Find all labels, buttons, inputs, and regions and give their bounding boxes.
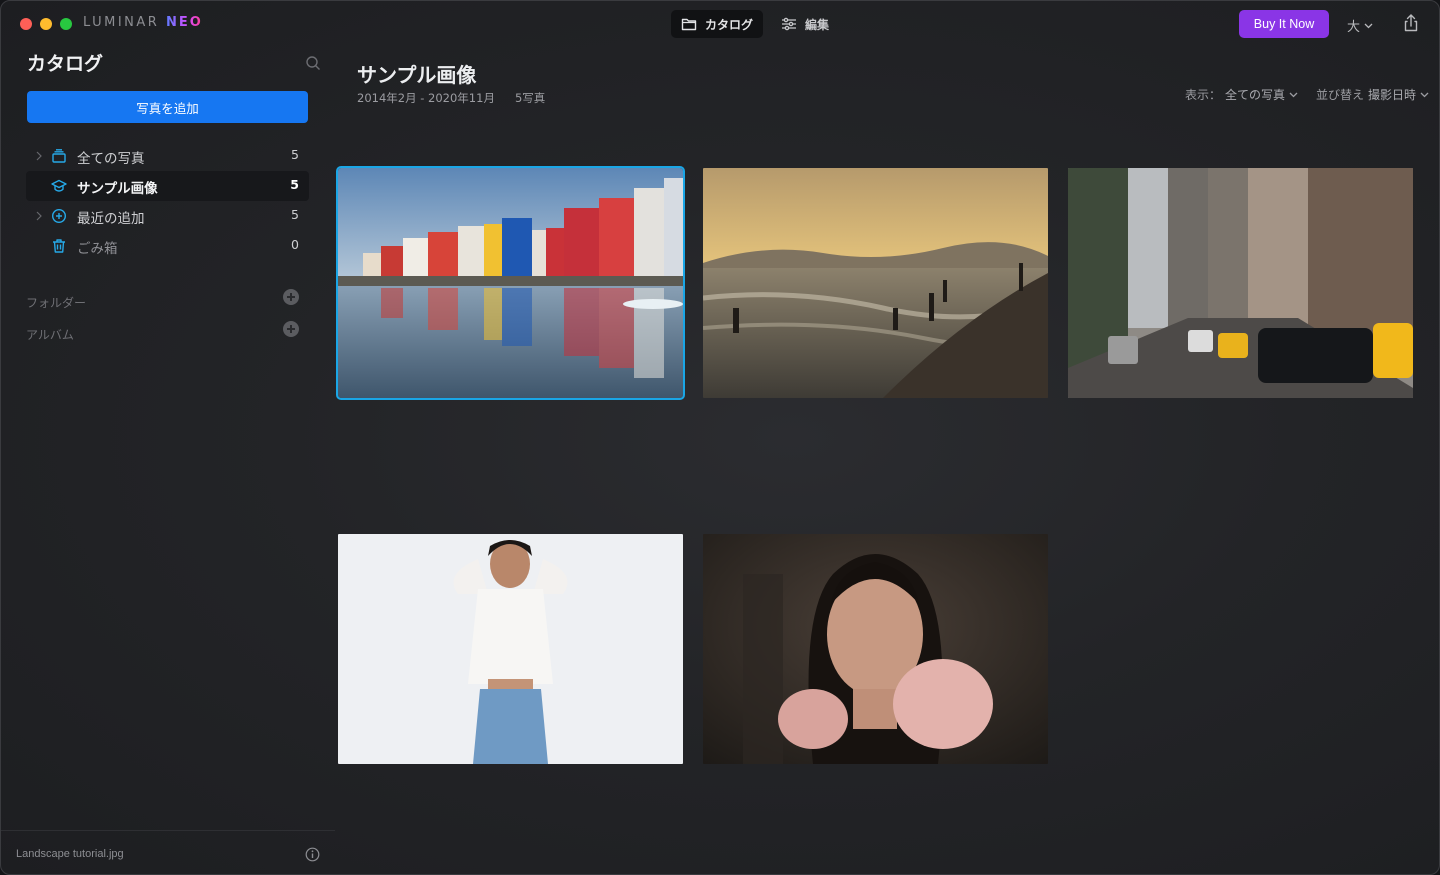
sidebar-item-label: 最近の追加: [77, 211, 145, 227]
tab-catalog[interactable]: カタログ: [671, 10, 764, 38]
sidebar-item-trash[interactable]: ごみ箱 0: [26, 231, 309, 261]
photo-thumbnail-woman-white-blouse[interactable]: [338, 534, 683, 764]
item-count: 5: [291, 207, 299, 222]
chevron-right-icon[interactable]: [35, 150, 43, 162]
sidebar-item-recently-added[interactable]: 最近の追加 5: [26, 201, 309, 231]
sort-select[interactable]: 並び替え 撮影日時: [1316, 86, 1429, 103]
view-options: 表示： 全ての写真 並び替え 撮影日時: [1185, 86, 1429, 103]
minimize-window-button[interactable]: [40, 18, 52, 30]
photo-thumbnail-beach-sunset[interactable]: [703, 168, 1048, 398]
photo-count: 5写真: [514, 91, 546, 105]
item-count: 5: [290, 177, 299, 192]
zoom-window-button[interactable]: [60, 18, 72, 30]
sidebar-item-label: ごみ箱: [77, 241, 118, 257]
add-folder-button[interactable]: [283, 289, 299, 305]
add-album-button[interactable]: [283, 321, 299, 337]
share-icon[interactable]: [1402, 13, 1420, 33]
mode-tabs: カタログ 編集: [671, 10, 839, 38]
photo-thumbnail-city-street[interactable]: [1068, 168, 1413, 398]
photo-thumbnail-portrait-pink-ruffle[interactable]: [703, 534, 1048, 764]
item-count: 0: [291, 237, 299, 252]
search-icon[interactable]: [305, 55, 321, 71]
catalog-nav: 全ての写真 5 サンプル画像 5 最近の追加 5 ごみ箱 0: [26, 141, 309, 261]
current-filename: Landscape tutorial.jpg: [16, 848, 124, 860]
folder-icon: [681, 18, 697, 31]
photos-stack-icon: [52, 149, 66, 163]
info-icon[interactable]: [305, 847, 320, 862]
sidebar-title: カタログ: [27, 53, 104, 75]
photo-thumbnail-canal-houses[interactable]: [336, 166, 685, 400]
plus-circle-icon: [51, 208, 67, 224]
sidebar: カタログ 写真を追加 全ての写真 5 サンプル画像 5 最近の追加 5 ごみ箱 …: [1, 45, 335, 874]
show-filter-select[interactable]: 表示： 全ての写真: [1185, 86, 1298, 103]
album-summary: 2014年2月 - 2020年11月 5写真: [357, 90, 545, 106]
albums-section-label: アルバム: [26, 328, 74, 342]
graduation-cap-icon: [51, 179, 67, 192]
buy-it-now-button[interactable]: Buy It Now: [1239, 10, 1329, 38]
page-title: サンプル画像: [357, 63, 477, 87]
app-logo: LUMINAR NEO: [83, 15, 203, 30]
date-range: 2014年2月 - 2020年11月: [357, 91, 495, 105]
chevron-right-icon[interactable]: [35, 210, 43, 222]
gallery-main: サンプル画像 2014年2月 - 2020年11月 5写真 表示： 全ての写真 …: [335, 45, 1439, 874]
trash-icon: [53, 239, 65, 253]
sidebar-item-sample-images[interactable]: サンプル画像 5: [26, 171, 309, 201]
chevron-down-icon: [1364, 23, 1373, 28]
app-window: LUMINAR NEO カタログ 編集 Buy It Now 大 カタログ 写真…: [0, 0, 1440, 875]
close-window-button[interactable]: [20, 18, 32, 30]
folders-section-label: フォルダー: [26, 296, 87, 310]
chevron-down-icon: [1420, 92, 1429, 97]
item-count: 5: [291, 147, 299, 162]
sidebar-footer: Landscape tutorial.jpg: [1, 830, 335, 874]
thumbnail-size-select[interactable]: 大: [1347, 16, 1373, 35]
chevron-down-icon: [1289, 92, 1298, 97]
sidebar-item-label: サンプル画像: [77, 181, 158, 197]
sidebar-item-label: 全ての写真: [77, 151, 145, 167]
title-bar: LUMINAR NEO カタログ 編集 Buy It Now 大: [1, 1, 1439, 45]
tab-edit[interactable]: 編集: [771, 10, 839, 38]
add-photos-button[interactable]: 写真を追加: [27, 91, 308, 123]
sidebar-item-all-photos[interactable]: 全ての写真 5: [26, 141, 309, 171]
sliders-icon: [782, 17, 797, 31]
